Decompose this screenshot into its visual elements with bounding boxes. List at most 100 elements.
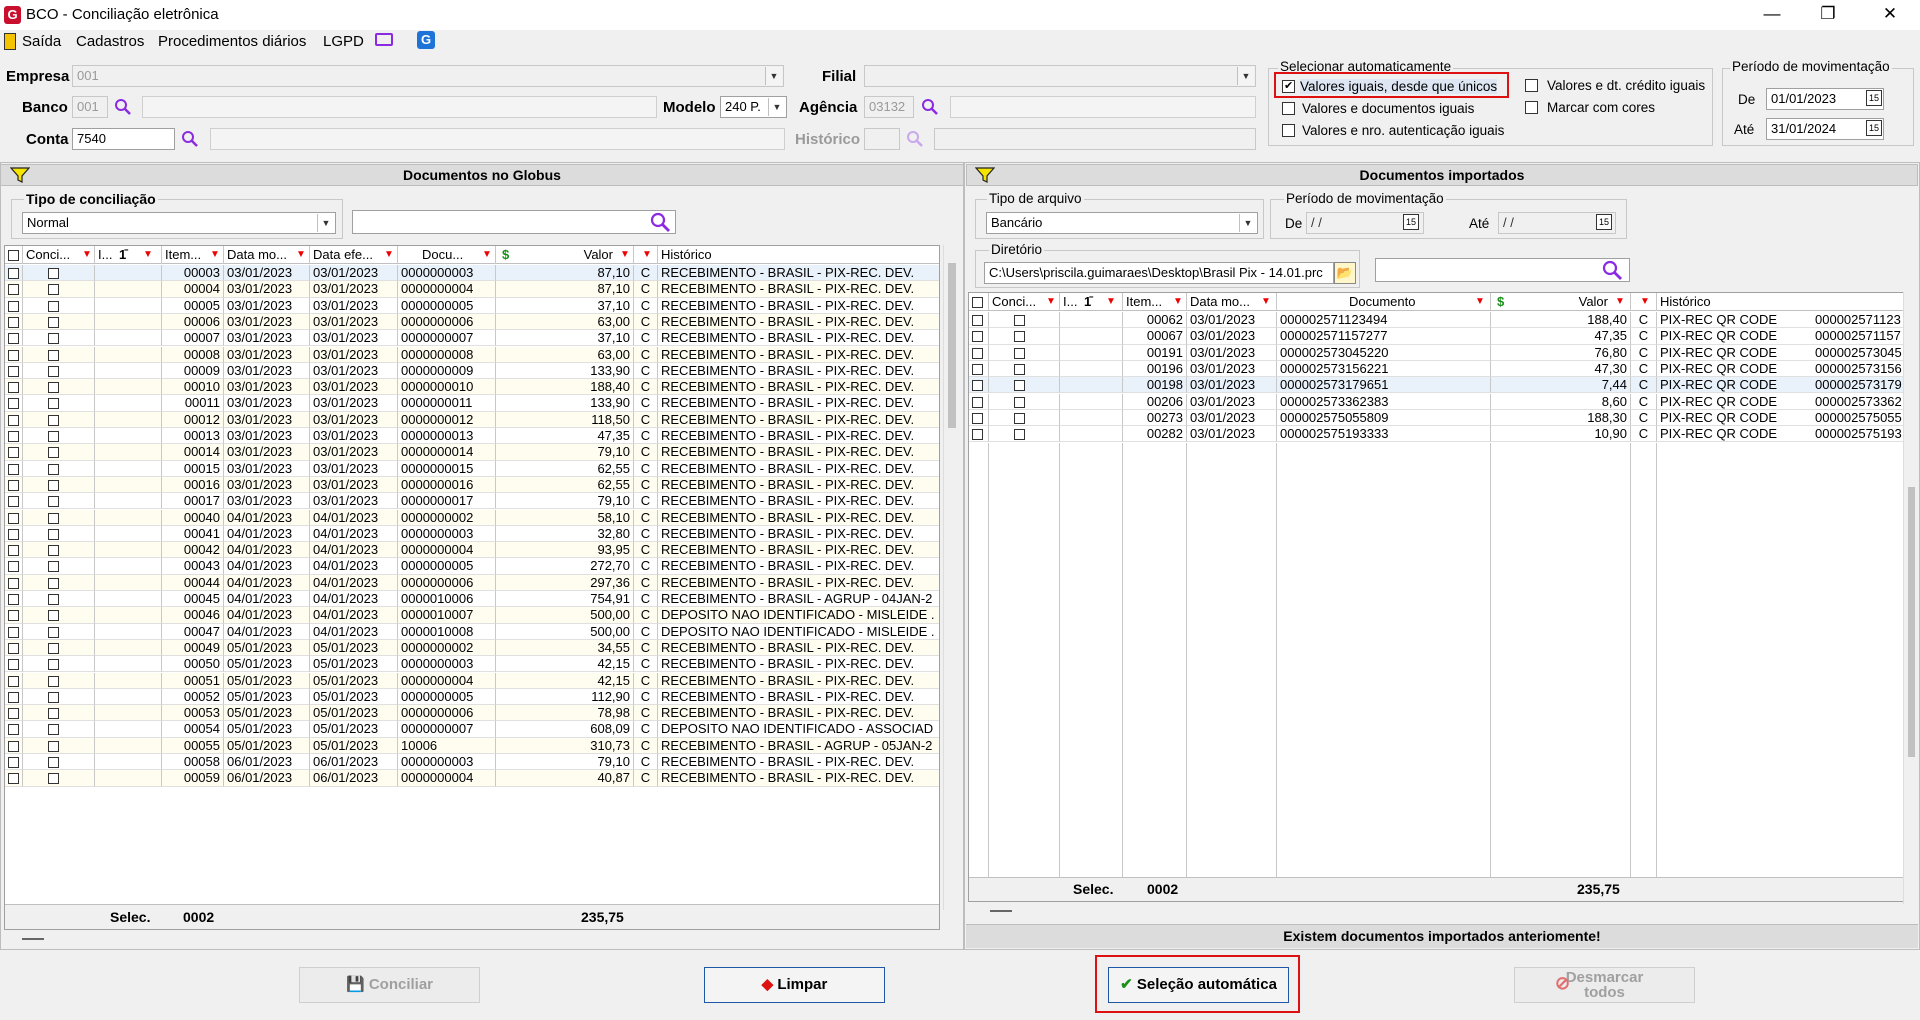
table-row[interactable]: 00005 03/01/2023 03/01/2023 0000000005 37,10… <box>5 297 939 314</box>
maximize-button[interactable]: ❐ <box>1800 0 1856 30</box>
table-row[interactable]: 00191 03/01/2023 000002573045220 76,80 C PIX-… <box>969 344 1903 361</box>
row-checkbox[interactable] <box>8 528 19 540</box>
menu-saida[interactable]: Saída <box>22 33 61 50</box>
opt-marcar-cores-checkbox[interactable] <box>1525 101 1538 114</box>
conciliado-checkbox[interactable] <box>1014 347 1025 359</box>
conciliado-checkbox[interactable] <box>48 561 59 573</box>
table-row[interactable]: 00282 03/01/2023 000002575193333 10,90 C PIX-… <box>969 426 1903 443</box>
left-header-valor[interactable]: $ Valor ▼ <box>496 246 634 264</box>
right-header-documento[interactable]: Documento ▼ <box>1277 293 1491 311</box>
table-row[interactable]: 00015 03/01/2023 03/01/2023 0000000015 62,55… <box>5 460 939 477</box>
conciliado-checkbox[interactable] <box>48 365 59 377</box>
conciliado-checkbox[interactable] <box>48 528 59 540</box>
table-row[interactable]: 00017 03/01/2023 03/01/2023 0000000017 79,10… <box>5 493 939 510</box>
right-header-valor[interactable]: $ Valor ▼ <box>1491 293 1631 311</box>
table-row[interactable]: 00058 06/01/2023 06/01/2023 0000000003 79,10… <box>5 754 939 771</box>
limpar-button[interactable]: ◆ Limpar <box>704 967 885 1003</box>
table-row[interactable]: 00043 04/01/2023 04/01/2023 0000000005 272,7… <box>5 558 939 575</box>
conciliado-checkbox[interactable] <box>48 691 59 703</box>
table-row[interactable]: 00062 03/01/2023 000002571123494 188,40 C PIX… <box>969 312 1903 329</box>
table-row[interactable]: 00067 03/01/2023 000002571157277 47,35 C PIX-… <box>969 328 1903 345</box>
row-checkbox[interactable] <box>972 380 983 392</box>
row-checkbox[interactable] <box>8 496 19 508</box>
conciliar-button[interactable]: 💾 Conciliar <box>299 967 480 1003</box>
conciliado-checkbox[interactable] <box>48 349 59 361</box>
selecao-automatica-button[interactable]: ✔ Seleção automática <box>1108 967 1289 1003</box>
row-checkbox[interactable] <box>972 429 983 441</box>
table-row[interactable]: 00004 03/01/2023 03/01/2023 0000000004 87,10… <box>5 281 939 298</box>
left-scrollbar-thumb[interactable] <box>948 263 956 428</box>
row-checkbox[interactable] <box>972 331 983 343</box>
right-header-data-mov[interactable]: Data mo... ▼ <box>1187 293 1277 311</box>
table-row[interactable]: 00012 03/01/2023 03/01/2023 0000000012 118,5… <box>5 411 939 428</box>
row-checkbox[interactable] <box>8 382 19 394</box>
left-header-docu[interactable]: Docu... ▼ <box>398 246 496 264</box>
desmarcar-todos-button[interactable]: ⊘ Desmarcar todos <box>1514 967 1695 1003</box>
row-checkbox[interactable] <box>8 349 19 361</box>
select-all-checkbox[interactable] <box>972 297 983 309</box>
table-row[interactable]: 00047 04/01/2023 04/01/2023 0000010008 500,0… <box>5 623 939 640</box>
row-checkbox[interactable] <box>8 610 19 622</box>
conciliado-checkbox[interactable] <box>48 463 59 475</box>
menu-procedimentos-diarios[interactable]: Procedimentos diários <box>158 33 306 50</box>
row-checkbox[interactable] <box>8 414 19 426</box>
row-checkbox[interactable] <box>972 315 983 327</box>
conciliado-checkbox[interactable] <box>1014 429 1025 441</box>
right-splitter-handle[interactable] <box>990 910 1012 912</box>
table-row[interactable]: 00046 04/01/2023 04/01/2023 0000010007 500,0… <box>5 607 939 624</box>
table-row[interactable]: 00273 03/01/2023 000002575055809 188,30 C PIX… <box>969 409 1903 427</box>
left-header-data-efe[interactable]: Data efe... ▼ <box>310 246 398 264</box>
table-row[interactable]: 00044 04/01/2023 04/01/2023 0000000006 297,3… <box>5 574 939 591</box>
table-row[interactable]: 00053 05/01/2023 05/01/2023 0000000006 78,98… <box>5 705 939 722</box>
globus-icon[interactable]: G <box>417 31 435 49</box>
minimize-button[interactable]: — <box>1744 0 1800 30</box>
table-row[interactable]: 00042 04/01/2023 04/01/2023 0000000004 93,95… <box>5 542 939 559</box>
table-row[interactable]: 00052 05/01/2023 05/01/2023 0000000005 112,9… <box>5 688 939 706</box>
conciliado-checkbox[interactable] <box>48 675 59 687</box>
table-row[interactable]: 00011 03/01/2023 03/01/2023 0000000011 133,9… <box>5 395 939 412</box>
left-scrollbar[interactable] <box>943 245 960 910</box>
row-checkbox[interactable] <box>8 561 19 573</box>
modelo-select[interactable]: 240 P. ▼ <box>720 96 787 118</box>
opt-valores-autenticacao-checkbox[interactable] <box>1282 124 1295 137</box>
row-checkbox[interactable] <box>8 740 19 752</box>
right-scrollbar[interactable] <box>1903 292 1918 904</box>
conciliado-checkbox[interactable] <box>1014 396 1025 408</box>
select-all-checkbox[interactable] <box>8 250 19 262</box>
calendar-icon[interactable]: 15 <box>1596 214 1612 230</box>
table-row[interactable]: 00040 04/01/2023 04/01/2023 0000000002 58,10… <box>5 509 939 526</box>
menu-cadastros[interactable]: Cadastros <box>76 33 144 50</box>
menu-lgpd[interactable]: LGPD <box>323 33 364 50</box>
conciliado-checkbox[interactable] <box>48 773 59 785</box>
calendar-icon[interactable]: 15 <box>1403 214 1419 230</box>
conciliado-checkbox[interactable] <box>48 626 59 638</box>
right-scrollbar-thumb[interactable] <box>1908 487 1915 757</box>
conciliado-checkbox[interactable] <box>48 642 59 654</box>
conciliado-checkbox[interactable] <box>48 740 59 752</box>
row-checkbox[interactable] <box>972 396 983 408</box>
conciliado-checkbox[interactable] <box>48 284 59 296</box>
filial-select[interactable]: ▼ <box>864 65 1256 87</box>
row-checkbox[interactable] <box>8 594 19 606</box>
row-checkbox[interactable] <box>8 773 19 785</box>
table-row[interactable]: 00016 03/01/2023 03/01/2023 0000000016 62,55… <box>5 476 939 494</box>
table-row[interactable]: 00050 05/01/2023 05/01/2023 0000000003 42,15… <box>5 656 939 673</box>
search-icon[interactable] <box>114 98 132 116</box>
table-row[interactable]: 00196 03/01/2023 000002573156221 47,30 C PIX-… <box>969 360 1903 378</box>
left-header-dc[interactable]: ▼ <box>634 246 658 264</box>
conciliado-checkbox[interactable] <box>48 659 59 671</box>
row-checkbox[interactable] <box>8 268 19 280</box>
opt-valores-dt-credito-checkbox[interactable] <box>1525 79 1538 92</box>
conciliado-checkbox[interactable] <box>48 512 59 524</box>
row-checkbox[interactable] <box>8 398 19 410</box>
table-row[interactable]: 00010 03/01/2023 03/01/2023 0000000010 188,4… <box>5 379 939 396</box>
banco-code-field[interactable]: 001 <box>72 96 108 118</box>
search-icon[interactable] <box>921 98 939 116</box>
filter-icon[interactable] <box>9 167 31 186</box>
tipo-arquivo-select[interactable]: Bancário ▼ <box>986 212 1258 234</box>
left-header-i[interactable]: I... 1̄ ▼ <box>95 246 162 264</box>
conciliado-checkbox[interactable] <box>1014 331 1025 343</box>
conciliado-checkbox[interactable] <box>48 398 59 410</box>
row-checkbox[interactable] <box>8 691 19 703</box>
row-checkbox[interactable] <box>8 545 19 557</box>
